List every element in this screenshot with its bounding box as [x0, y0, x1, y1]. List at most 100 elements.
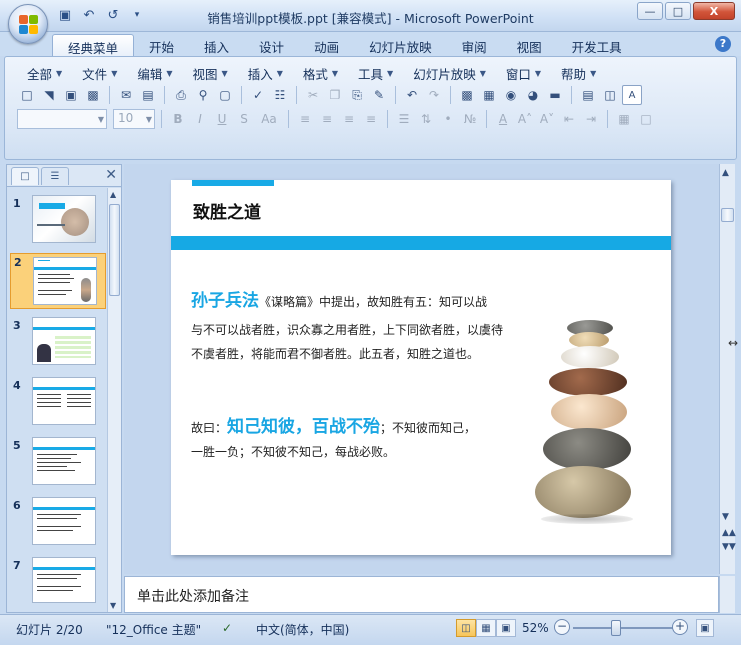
menu-slideshow[interactable]: 幻灯片放映 ▼	[403, 64, 496, 83]
new-slide-icon[interactable]: ▤	[578, 85, 598, 105]
align-center-icon[interactable]: ≡	[317, 109, 337, 129]
new-slide-small-icon[interactable]: □	[636, 109, 656, 129]
color-grayscale-icon[interactable]: ◕	[523, 85, 543, 105]
menu-format[interactable]: 格式 ▼	[293, 64, 348, 83]
text-direction-icon[interactable]: ⇅	[416, 109, 436, 129]
print-preview-icon[interactable]: ⚲	[193, 85, 213, 105]
customize-qat-icon[interactable]: ▾	[128, 6, 146, 24]
tab-review[interactable]: 审阅	[447, 34, 502, 56]
tab-design[interactable]: 设计	[244, 34, 299, 56]
slide-title[interactable]: 致胜之道	[193, 198, 261, 223]
normal-view-button[interactable]: ◫	[456, 619, 476, 637]
open-folder-icon[interactable]: ◥	[39, 85, 59, 105]
zoom-out-button[interactable]: −	[554, 619, 570, 635]
bold-icon[interactable]: B	[168, 109, 188, 129]
slide-thumbnail[interactable]: 7	[7, 557, 107, 613]
zoom-slider[interactable]	[573, 627, 677, 629]
new-file-icon[interactable]: □	[17, 85, 37, 105]
slide-thumbnail[interactable]: 5	[7, 437, 107, 493]
current-slide[interactable]: 致胜之道 孙子兵法《谋略篇》中提出，故知胜有五：知可以战 与不可以战者胜，识众寡…	[171, 180, 671, 555]
bullets-icon[interactable]: •	[438, 109, 458, 129]
scroll-up-icon[interactable]: ▲	[722, 168, 729, 178]
scroll-down-icon[interactable]: ▼	[110, 601, 116, 610]
copy-icon[interactable]: ❐	[325, 85, 345, 105]
redo-icon[interactable]: ↺	[104, 6, 122, 24]
shrink-font-icon[interactable]: A˅	[537, 109, 557, 129]
paragraph-line[interactable]: 不虞者胜，将能而君不御者胜。此五者，知胜之道也。	[191, 345, 479, 362]
align-right-icon[interactable]: ≡	[339, 109, 359, 129]
numbering-icon[interactable]: №	[460, 109, 480, 129]
cut-icon[interactable]: ✂	[303, 85, 323, 105]
insert-picture-icon[interactable]: ◉	[501, 85, 521, 105]
slide-vertical-scrollbar[interactable]: ▲ ▼ ▲▲ ▼▼	[719, 164, 736, 574]
notes-pane[interactable]: 单击此处添加备注	[124, 576, 719, 613]
italic-icon[interactable]: I	[190, 109, 210, 129]
paste-icon[interactable]: ⎘	[347, 85, 367, 105]
tab-slideshow[interactable]: 幻灯片放映	[354, 34, 447, 56]
next-slide-icon[interactable]: ▼▼	[722, 542, 736, 552]
menu-edit[interactable]: 编辑 ▼	[127, 64, 182, 83]
theme-name[interactable]: "12_Office 主题"	[106, 621, 201, 638]
justify-icon[interactable]: ≡	[361, 109, 381, 129]
menu-help[interactable]: 帮助 ▼	[551, 64, 606, 83]
menu-file[interactable]: 文件 ▼	[72, 64, 127, 83]
zoom-in-button[interactable]: +	[672, 619, 688, 635]
redo-icon[interactable]: ↷	[424, 85, 444, 105]
underline-icon[interactable]: U	[212, 109, 232, 129]
menu-view[interactable]: 视图 ▼	[183, 64, 238, 83]
chart-icon[interactable]: ▩	[457, 85, 477, 105]
research-icon[interactable]: ☷	[270, 85, 290, 105]
spelling-icon[interactable]: ✓	[248, 85, 268, 105]
slide-sorter-view-button[interactable]: ▦	[476, 619, 496, 637]
menu-insert[interactable]: 插入 ▼	[238, 64, 293, 83]
slideshow-view-button[interactable]: ▣	[496, 619, 516, 637]
slide-thumbnail[interactable]: 1	[7, 195, 107, 251]
paragraph-line[interactable]: 与不可以战者胜，识众寡之用者胜，上下同欲者胜，以虞待	[191, 321, 503, 338]
scrollbar-thumb[interactable]	[721, 208, 734, 222]
grow-font-icon[interactable]: A˄	[515, 109, 535, 129]
previous-slide-icon[interactable]: ▲▲	[722, 528, 736, 538]
align-left-icon[interactable]: ≡	[295, 109, 315, 129]
print-icon[interactable]: ⎙	[171, 85, 191, 105]
table-icon[interactable]: ▦	[479, 85, 499, 105]
undo-icon[interactable]: ↶	[80, 6, 98, 24]
zoom-level[interactable]: 52%	[522, 621, 549, 635]
slide-thumbnail[interactable]: 4	[7, 377, 107, 433]
permission-icon[interactable]: ▩	[83, 85, 103, 105]
tab-classic-menu[interactable]: 经典菜单	[52, 34, 135, 56]
stacked-stones-image[interactable]	[535, 316, 639, 531]
paragraph-line[interactable]: 孙子兵法《谋略篇》中提出，故知胜有五：知可以战	[191, 286, 487, 311]
maximize-button[interactable]: □	[665, 2, 691, 20]
font-name-select[interactable]: ▼	[17, 109, 107, 129]
tab-home[interactable]: 开始	[134, 34, 189, 56]
font-size-select[interactable]: 10 ▼	[113, 109, 155, 129]
slide-thumbnail[interactable]: 3	[7, 317, 107, 373]
columns-icon[interactable]: ☰	[394, 109, 414, 129]
menu-window[interactable]: 窗口 ▼	[496, 64, 551, 83]
change-case-icon[interactable]: Aa	[256, 109, 282, 129]
paragraph-line[interactable]: 故曰：知己知彼，百战不殆；不知彼而知己，	[191, 412, 476, 437]
spelling-check-icon[interactable]: ✓	[222, 621, 232, 635]
email-icon[interactable]: ✉	[116, 85, 136, 105]
language-indicator[interactable]: 中文(简体，中国)	[256, 621, 349, 638]
scrollbar-thumb[interactable]	[109, 204, 120, 296]
close-icon[interactable]: ✕	[105, 167, 117, 183]
tab-view[interactable]: 视图	[502, 34, 557, 56]
slide-thumbnail[interactable]: 6	[7, 497, 107, 553]
format-painter-icon[interactable]: ✎	[369, 85, 389, 105]
font-color-icon[interactable]: A	[493, 109, 513, 129]
background-icon[interactable]: ▬	[545, 85, 565, 105]
notes-scrollbar[interactable]	[719, 576, 735, 613]
paragraph-line[interactable]: 一胜一负；不知彼不知己，每战必败。	[191, 443, 395, 460]
save-icon[interactable]: ▣	[56, 6, 74, 24]
slide-thumbnail-selected[interactable]: 2	[10, 253, 106, 309]
layout-icon[interactable]: ◫	[600, 85, 620, 105]
office-button[interactable]	[8, 4, 48, 44]
increase-indent-icon[interactable]: ⇥	[581, 109, 601, 129]
font-color-box-icon[interactable]: A	[622, 85, 642, 105]
publish-icon[interactable]: ▤	[138, 85, 158, 105]
shadow-icon[interactable]: S	[234, 109, 254, 129]
undo-icon[interactable]: ↶	[402, 85, 422, 105]
menu-tools[interactable]: 工具 ▼	[348, 64, 403, 83]
slide-preview-icon[interactable]: ▢	[215, 85, 235, 105]
